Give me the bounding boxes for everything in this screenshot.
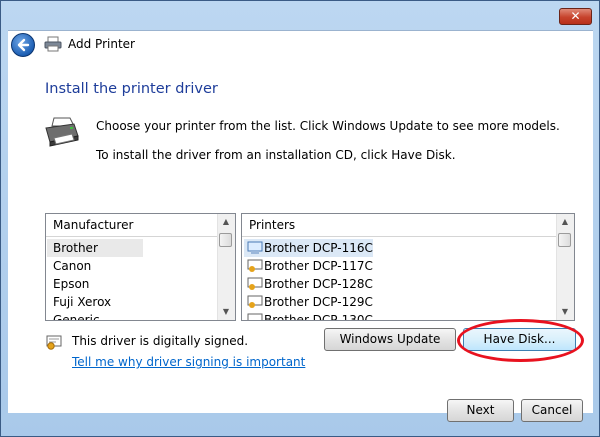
certified-driver-icon — [247, 259, 263, 272]
printer-driver-icon — [247, 241, 263, 254]
list-item[interactable]: Epson — [47, 275, 89, 293]
printer-name: Brother DCP-130C — [264, 313, 373, 321]
list-item[interactable]: Fuji Xerox — [47, 293, 111, 311]
driver-signing-link[interactable]: Tell me why driver signing is important — [72, 355, 305, 369]
list-item[interactable]: Brother — [47, 239, 143, 257]
signed-driver-icon — [46, 335, 62, 350]
instruction-text: Choose your printer from the list. Click… — [96, 119, 560, 133]
list-item[interactable]: Brother DCP-129C — [244, 293, 373, 311]
printer-icon — [45, 117, 79, 147]
scrollbar-thumb[interactable] — [558, 233, 571, 247]
windows-update-button[interactable]: Windows Update — [324, 328, 456, 351]
signing-status-text: This driver is digitally signed. — [72, 334, 249, 348]
list-item[interactable]: Brother DCP-130C — [244, 311, 373, 321]
have-disk-button[interactable]: Have Disk... — [463, 328, 576, 351]
printer-name: Brother DCP-116C — [264, 241, 373, 255]
printers-list[interactable]: Printers Brother DCP-116C Brother DCP-11… — [241, 213, 575, 321]
manufacturer-column-header: Manufacturer — [46, 214, 218, 237]
vertical-scrollbar[interactable]: ▲ ▼ — [217, 214, 235, 320]
certified-driver-icon — [247, 295, 263, 308]
list-item[interactable]: Brother DCP-117C — [244, 257, 373, 275]
certified-driver-icon — [247, 277, 263, 290]
scrollbar-thumb[interactable] — [219, 233, 232, 247]
next-button[interactable]: Next — [447, 399, 514, 422]
back-arrow-icon — [17, 38, 30, 52]
scroll-down-icon[interactable]: ▼ — [561, 308, 569, 316]
window-title: Add Printer — [68, 37, 135, 51]
printer-name: Brother DCP-129C — [264, 295, 373, 309]
close-button[interactable]: ✕ — [559, 8, 592, 25]
manufacturer-list[interactable]: Manufacturer Brother Canon Epson Fuji Xe… — [45, 213, 236, 321]
cancel-button[interactable]: Cancel — [521, 399, 583, 422]
add-printer-window: ✕ Add Printer Install the printer driver… — [0, 0, 600, 437]
printer-name: Brother DCP-117C — [264, 259, 373, 273]
printers-column-header: Printers — [242, 214, 557, 237]
list-item[interactable]: Generic — [47, 311, 100, 320]
list-item[interactable]: Canon — [47, 257, 91, 275]
page-heading: Install the printer driver — [45, 81, 218, 97]
certified-driver-icon — [247, 313, 263, 320]
printer-name: Brother DCP-128C — [264, 277, 373, 291]
scroll-up-icon[interactable]: ▲ — [561, 218, 569, 226]
printer-icon — [44, 36, 62, 52]
scroll-down-icon[interactable]: ▼ — [222, 308, 230, 316]
list-item[interactable]: Brother DCP-128C — [244, 275, 373, 293]
vertical-scrollbar[interactable]: ▲ ▼ — [556, 214, 574, 320]
instruction-text: To install the driver from an installati… — [96, 148, 456, 162]
back-button[interactable] — [11, 33, 35, 57]
list-item[interactable]: Brother DCP-116C — [244, 239, 373, 257]
scroll-up-icon[interactable]: ▲ — [222, 218, 230, 226]
